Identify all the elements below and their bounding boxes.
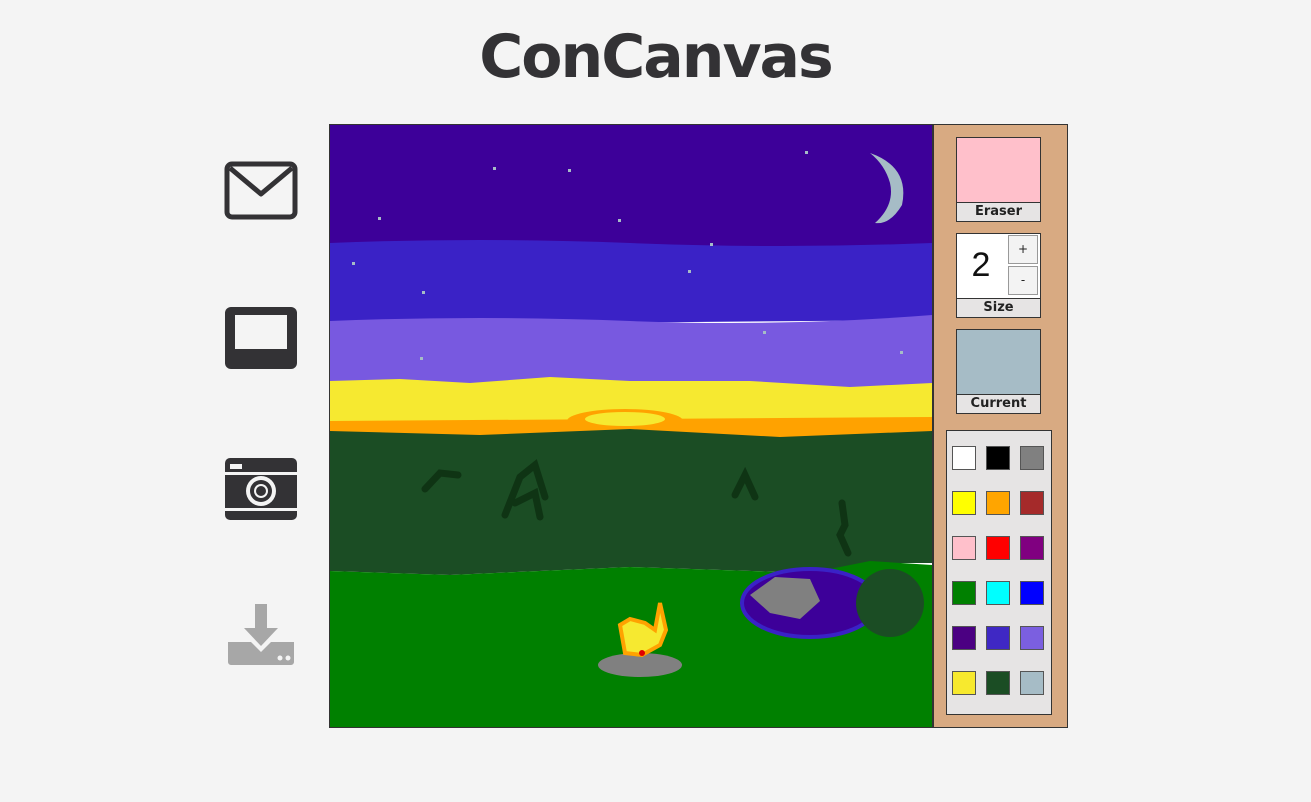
palette-swatch[interactable]	[986, 671, 1010, 695]
size-decrease-button[interactable]: -	[1008, 266, 1038, 295]
palette-swatch[interactable]	[952, 581, 976, 605]
download-icon[interactable]	[222, 602, 300, 668]
palette-swatch[interactable]	[952, 446, 976, 470]
palette-swatch[interactable]	[1020, 536, 1044, 560]
size-value: 2	[971, 246, 991, 284]
palette-swatch[interactable]	[986, 446, 1010, 470]
current-color-swatch	[957, 330, 1040, 394]
current-color: Current	[956, 329, 1041, 414]
color-palette	[946, 430, 1052, 715]
palette-swatch[interactable]	[1020, 626, 1044, 650]
palette-swatch[interactable]	[952, 671, 976, 695]
eraser-label: Eraser	[957, 202, 1040, 221]
size-increase-button[interactable]: +	[1008, 235, 1038, 264]
palette-swatch[interactable]	[986, 581, 1010, 605]
palette-swatch[interactable]	[952, 491, 976, 515]
drawing-canvas[interactable]	[330, 125, 934, 727]
eraser-tool[interactable]: Eraser	[956, 137, 1041, 222]
size-label: Size	[957, 298, 1040, 317]
palette-swatch[interactable]	[1020, 491, 1044, 515]
drawing-board: Eraser 2 + - Size Current	[329, 124, 1068, 728]
canvas-painting	[330, 125, 932, 727]
palette-swatch[interactable]	[986, 491, 1010, 515]
mail-icon[interactable]	[222, 160, 300, 220]
palette-swatch[interactable]	[986, 626, 1010, 650]
screen-icon[interactable]	[222, 306, 300, 370]
palette-swatch[interactable]	[952, 536, 976, 560]
palette-swatch[interactable]	[1020, 671, 1044, 695]
app-title: ConCanvas	[479, 22, 834, 92]
camera-icon[interactable]	[222, 456, 300, 522]
current-label: Current	[957, 394, 1040, 413]
palette-swatch[interactable]	[1020, 446, 1044, 470]
palette-swatch[interactable]	[986, 536, 1010, 560]
eraser-swatch[interactable]	[957, 138, 1040, 202]
palette-swatch[interactable]	[952, 626, 976, 650]
palette-swatch[interactable]	[1020, 581, 1044, 605]
size-control: 2 + - Size	[956, 233, 1041, 318]
